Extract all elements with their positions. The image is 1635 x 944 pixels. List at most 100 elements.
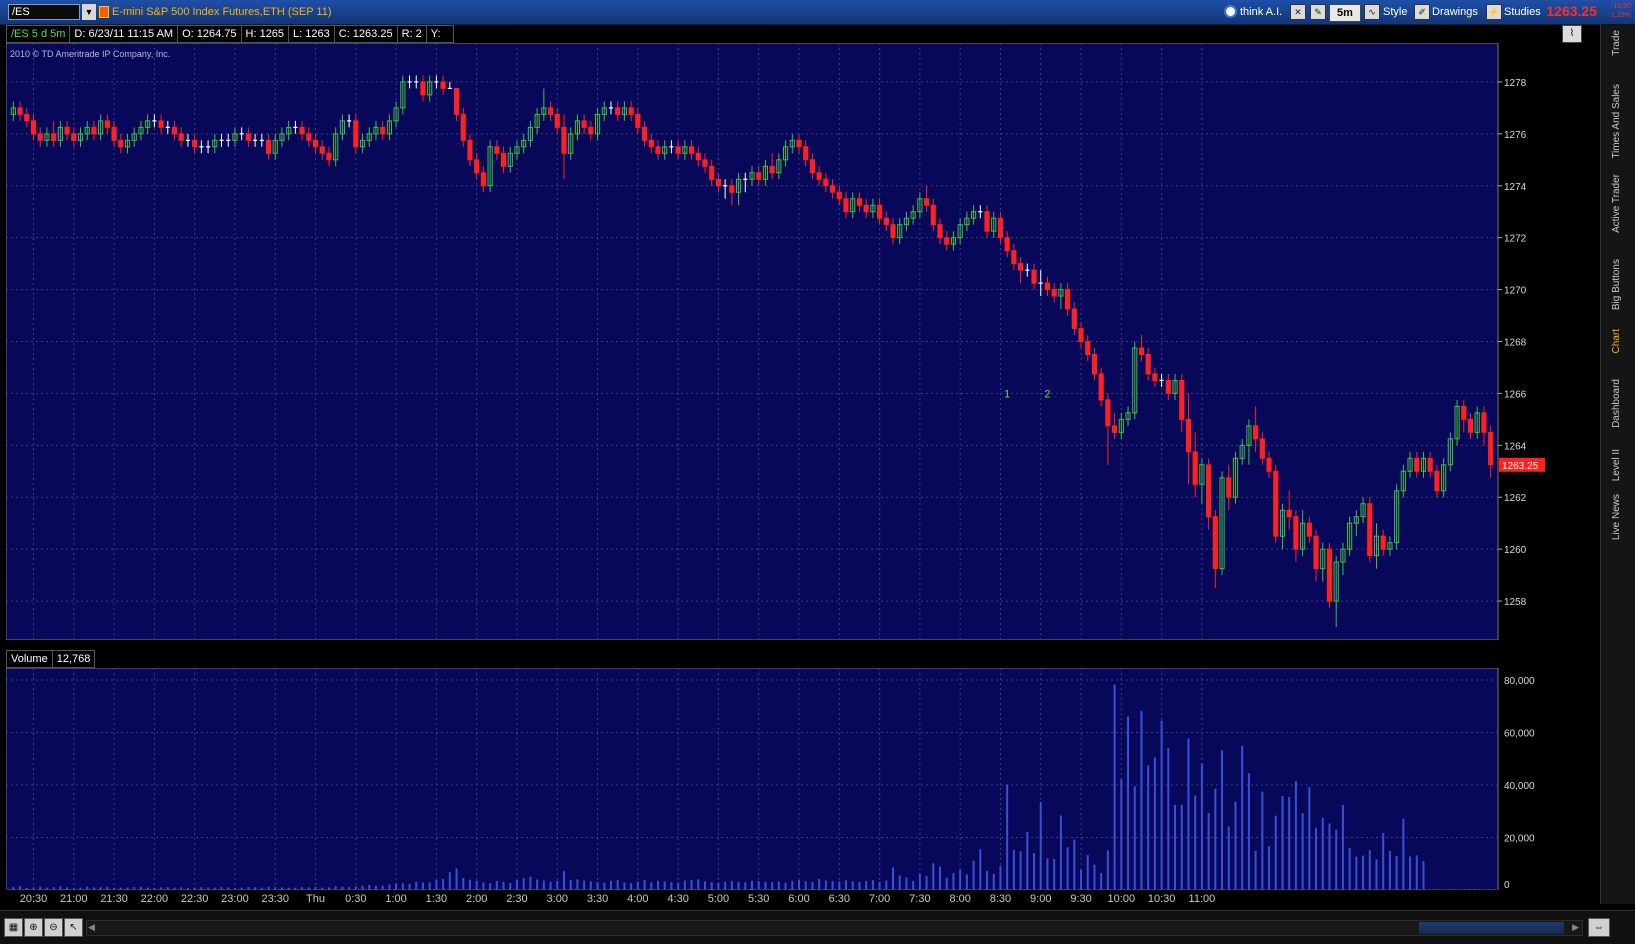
volume-bar: [1100, 872, 1103, 890]
candle-body: [937, 224, 943, 239]
candle-body: [809, 159, 816, 174]
grid-layout-icon[interactable]: ▦: [4, 918, 23, 937]
side-tab-trade[interactable]: Trade: [1611, 30, 1622, 56]
volume-bar: [1214, 788, 1217, 890]
candle-body: [1212, 516, 1218, 570]
chart-settings-icon[interactable]: ⌇: [1562, 25, 1582, 43]
info-low: L: 1263: [289, 25, 335, 43]
volume-chart-svg: 80,000 60,000 40,000 20,000 0: [5, 667, 1559, 891]
candle-body: [648, 139, 654, 148]
candle-body: [930, 204, 936, 226]
expand-chart-icon[interactable]: ⇔: [1588, 918, 1610, 937]
volume-bar: [1415, 855, 1418, 890]
candle-body: [71, 133, 77, 141]
pointer-icon[interactable]: ↖: [64, 918, 83, 937]
info-range: R: 2: [397, 25, 427, 43]
volume-bar: [683, 880, 686, 890]
volume-bar: [596, 881, 599, 890]
side-tab-big-buttons[interactable]: Big Buttons: [1611, 259, 1622, 310]
chart-info-bar: /ES 5 d 5m D: 6/23/11 11:15 AM O: 1264.7…: [6, 25, 1556, 43]
time-tick-label: 22:00: [140, 893, 169, 905]
volume-bar: [690, 879, 693, 890]
candle-body: [1273, 470, 1279, 537]
volume-bar: [1402, 818, 1405, 890]
studies-icon[interactable]: ⚡: [1486, 4, 1502, 20]
candle-body: [474, 159, 480, 174]
candle-body: [306, 133, 312, 141]
side-tab-level-ii[interactable]: Level II: [1611, 449, 1622, 481]
candle-body: [984, 211, 990, 232]
volume-plot-area: [5, 667, 1499, 891]
volume-bar: [1086, 855, 1089, 890]
bottom-toolbar: ▦ ⊕ ⊖ ↖ ◀ ▶ ⇔: [0, 910, 1635, 944]
think-ai-button[interactable]: think A.I.: [1240, 4, 1282, 20]
candle-body: [192, 139, 198, 148]
candle-body: [769, 165, 775, 174]
volume-chart[interactable]: 80,000 60,000 40,000 20,000 0: [5, 667, 1559, 891]
candle-body: [1259, 438, 1265, 459]
volume-bar: [1039, 802, 1042, 890]
volume-bar: [1080, 869, 1083, 890]
symbol-dropdown-button[interactable]: ▼: [82, 4, 96, 20]
time-tick-label: 7:00: [868, 893, 891, 905]
chart-label[interactable]: /ES 5 d 5m: [6, 25, 71, 43]
crosshair-icon[interactable]: ⊕: [24, 918, 43, 937]
symbol-input[interactable]: [8, 4, 80, 20]
scroll-right-icon[interactable]: ▶: [1572, 922, 1579, 933]
side-tab-dashboard[interactable]: Dashboard: [1611, 379, 1622, 428]
studies-button[interactable]: Studies: [1504, 4, 1541, 20]
volume-bar: [556, 880, 559, 890]
time-tick-label: 9:00: [1030, 893, 1052, 905]
volume-bar: [925, 876, 928, 890]
volume-bar: [603, 882, 606, 890]
volume-bar: [495, 881, 498, 890]
info-y: Y:: [426, 25, 454, 43]
magnifier-icon[interactable]: ⊖: [44, 918, 63, 937]
candle-body: [836, 191, 842, 200]
volume-bar: [965, 874, 968, 890]
drawings-icon[interactable]: ✐: [1414, 4, 1430, 20]
think-ai-icon[interactable]: [1224, 5, 1237, 18]
candle-body: [863, 204, 869, 213]
pan-icon[interactable]: ✎: [1310, 4, 1326, 20]
price-tick-label: 1270: [1504, 286, 1527, 297]
net-change: -10.50: [1611, 3, 1631, 10]
volume-bar: [616, 879, 619, 890]
side-tab-times-and-sales[interactable]: Times And Sales: [1611, 84, 1622, 159]
volume-bar: [784, 882, 787, 890]
side-tab-active-trader[interactable]: Active Trader: [1611, 174, 1622, 233]
side-tab-live-news[interactable]: Live News: [1611, 494, 1622, 540]
volume-bar: [435, 880, 438, 890]
volume-bar: [1207, 813, 1210, 890]
volume-bar: [986, 870, 989, 890]
volume-bar: [764, 881, 767, 890]
time-tick-label: 20:30: [19, 893, 48, 905]
candle-body: [715, 178, 722, 187]
volume-bar: [1341, 804, 1344, 890]
candle-body: [1306, 522, 1312, 537]
info-open: O: 1264.75: [178, 25, 242, 43]
price-tick-label: 1262: [1504, 493, 1527, 504]
candle-body: [64, 126, 70, 135]
interval-button[interactable]: 5m: [1329, 4, 1361, 22]
zoom-icon[interactable]: ✕: [1290, 4, 1306, 20]
candle-body: [1004, 237, 1010, 252]
side-tab-chart[interactable]: Chart: [1611, 329, 1622, 353]
candle-body: [319, 146, 325, 154]
candle-body: [829, 185, 836, 193]
last-price-tag: 1263.25: [1499, 457, 1545, 472]
volume-bar: [1294, 781, 1297, 890]
style-icon[interactable]: ∿: [1364, 4, 1380, 20]
volume-bar: [952, 873, 955, 890]
volume-bar: [502, 881, 505, 890]
scrollbar-thumb[interactable]: [1419, 922, 1564, 934]
volume-bar: [462, 877, 465, 890]
scroll-left-icon[interactable]: ◀: [88, 922, 95, 933]
drawings-button[interactable]: Drawings: [1432, 4, 1478, 20]
candle-body: [91, 126, 97, 135]
horizontal-scrollbar[interactable]: ◀ ▶: [86, 920, 1583, 936]
style-button[interactable]: Style: [1383, 4, 1407, 20]
price-chart[interactable]: 1278 1276 1274 1272 1270 1268 1266 1264 1262 1260…: [5, 42, 1559, 641]
volume-bar: [912, 881, 915, 890]
volume-bar: [1348, 848, 1351, 890]
